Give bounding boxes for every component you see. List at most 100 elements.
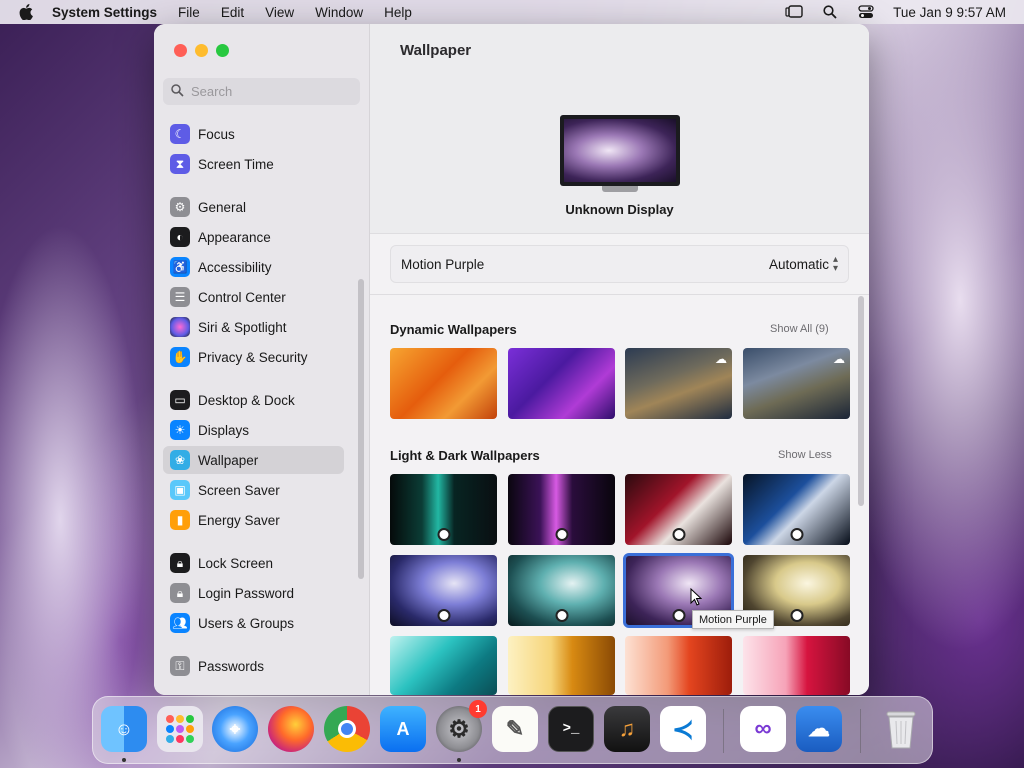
sidebar-item-siri-spotlight[interactable]: Siri & Spotlight	[163, 313, 344, 341]
sidebar-item-appearance[interactable]: ◐ Appearance	[163, 223, 344, 251]
control-center-icon[interactable]	[857, 5, 875, 19]
wallpaper-selector-row: Motion Purple Automatic ▴ ▾	[390, 245, 849, 283]
sidebar-item-label: Wallpaper	[198, 452, 259, 468]
mode-value: Automatic	[768, 256, 829, 272]
menu-bar-clock[interactable]: Tue Jan 9 9:57 AM	[893, 5, 1006, 20]
sidebar-item-accessibility[interactable]: ♿ Accessibility	[163, 253, 344, 281]
show-less-button[interactable]: Show Less	[778, 449, 832, 461]
chrome-icon[interactable]	[324, 706, 370, 752]
sidebar-item-login-password[interactable]: 🔒︎ Login Password	[163, 579, 344, 607]
sidebar-item-energy-saver[interactable]: ▮ Energy Saver	[163, 506, 344, 534]
sidebar-item-label: Privacy & Security	[198, 349, 308, 365]
sidebar-item-wallpaper[interactable]: ❀ Wallpaper	[163, 446, 344, 474]
app-store-icon[interactable]: A	[380, 706, 426, 752]
finder-icon[interactable]: ☺	[101, 706, 147, 752]
sidebar-item-label: Displays	[198, 422, 250, 438]
wallpaper-thumb-orange-shapes[interactable]	[625, 636, 732, 695]
wallpaper-thumb-big-sur-coast[interactable]: ☁	[625, 348, 732, 419]
lock-icon: 🔒︎	[170, 553, 190, 573]
wallpaper-thumb-pink-shapes[interactable]	[743, 636, 850, 695]
wallpaper-thumb-yellow-shapes[interactable]	[508, 636, 615, 695]
sidebar-item-screen-saver[interactable]: ▣ Screen Saver	[163, 476, 344, 504]
section-title-dynamic: Dynamic Wallpapers	[390, 322, 517, 337]
content-scrollbar[interactable]	[858, 296, 864, 506]
sun-icon: ☀	[170, 420, 190, 440]
control-center-icon: ☰	[170, 287, 190, 307]
wallpaper-thumb-blue-flow[interactable]	[390, 555, 497, 626]
garageband-icon[interactable]: ♫	[604, 706, 650, 752]
mouse-cursor-icon	[690, 588, 702, 606]
running-indicator	[457, 758, 461, 762]
vscode-icon[interactable]: ≺	[660, 706, 706, 752]
lock-icon: 🔒︎	[170, 583, 190, 603]
launchpad-icon[interactable]	[157, 706, 203, 752]
sidebar-item-users-groups[interactable]: 👥︎ Users & Groups	[163, 609, 344, 637]
firefox-icon[interactable]	[268, 706, 314, 752]
sidebar-item-label: Siri & Spotlight	[198, 319, 287, 335]
wallpaper-thumb-teal-shapes[interactable]	[390, 636, 497, 695]
sidebar-item-focus[interactable]: ☾ Focus	[163, 120, 344, 148]
close-button[interactable]	[174, 44, 187, 57]
help-menu[interactable]: Help	[384, 5, 412, 20]
appearance-icon: ◐	[170, 227, 190, 247]
sidebar-item-passwords[interactable]: ⚿ Passwords	[163, 652, 344, 680]
minimize-button[interactable]	[195, 44, 208, 57]
edit-menu[interactable]: Edit	[221, 5, 244, 20]
light-dark-badge-icon	[790, 528, 803, 541]
sidebar-item-displays[interactable]: ☀ Displays	[163, 416, 344, 444]
wallpaper-thumb-ventura-orange[interactable]	[390, 348, 497, 419]
hand-icon: ✋	[170, 347, 190, 367]
divider	[370, 294, 869, 295]
screen-saver-icon: ▣	[170, 480, 190, 500]
safari-icon[interactable]: ⌖	[212, 706, 258, 752]
wallpaper-thumb-teal-flow[interactable]	[508, 555, 615, 626]
menu-bar: System Settings File Edit View Window He…	[0, 0, 1024, 24]
light-dark-badge-icon	[437, 609, 450, 622]
window-menu[interactable]: Window	[315, 5, 363, 20]
show-all-button[interactable]: Show All (9)	[770, 323, 829, 335]
wallpaper-thumb-catalina-coast[interactable]: ☁	[743, 348, 850, 419]
terminal-icon[interactable]: >_	[548, 706, 594, 752]
app-name-menu[interactable]: System Settings	[52, 5, 157, 20]
appearance-mode-dropdown[interactable]: Automatic ▴ ▾	[768, 255, 838, 274]
wallpaper-thumb-blue-curves[interactable]	[743, 474, 850, 545]
textedit-icon[interactable]: ✎	[492, 706, 538, 752]
moon-icon: ☾	[170, 124, 190, 144]
display-preview[interactable]	[560, 115, 680, 186]
spotlight-search-icon[interactable]	[821, 5, 839, 19]
sidebar-item-lock-screen[interactable]: 🔒︎ Lock Screen	[163, 549, 344, 577]
sidebar-item-label: Accessibility	[198, 259, 272, 275]
sidebar-item-privacy-security[interactable]: ✋ Privacy & Security	[163, 343, 344, 371]
sidebar-item-label: General	[198, 199, 247, 215]
sidebar-scrollbar[interactable]	[358, 279, 364, 579]
stage-manager-icon[interactable]	[785, 5, 803, 19]
cloud-download-icon: ☁	[715, 352, 727, 366]
sidebar-item-general[interactable]: ⚙ General	[163, 193, 344, 221]
visual-studio-icon[interactable]: ∞	[740, 706, 786, 752]
sidebar-item-label: Appearance	[198, 229, 271, 245]
wallpaper-thumb-red-curves[interactable]	[625, 474, 732, 545]
file-menu[interactable]: File	[178, 5, 200, 20]
weather-icon[interactable]: ☁	[796, 706, 842, 752]
sidebar-item-desktop-dock[interactable]: ▭ Desktop & Dock	[163, 386, 344, 414]
trash-icon[interactable]	[878, 706, 924, 752]
sidebar-item-label: Control Center	[198, 289, 286, 305]
sidebar-item-control-center[interactable]: ☰ Control Center	[163, 283, 344, 311]
system-settings-window: Search ☾ Focus ⧗ Screen Time ⚙ General ◐…	[154, 24, 869, 695]
zoom-button[interactable]	[216, 44, 229, 57]
light-dark-badge-icon	[555, 609, 568, 622]
search-input[interactable]: Search	[163, 78, 360, 105]
view-menu[interactable]: View	[265, 5, 294, 20]
apple-menu-icon[interactable]	[0, 4, 52, 20]
sidebar-item-label: Lock Screen	[198, 555, 274, 571]
search-placeholder: Search	[191, 84, 233, 99]
sidebar-item-screen-time[interactable]: ⧗ Screen Time	[163, 150, 344, 178]
wallpaper-thumb-green-lines[interactable]	[390, 474, 497, 545]
key-icon: ⚿	[170, 656, 190, 676]
light-dark-badge-icon	[790, 609, 803, 622]
wallpaper-thumb-ventura-purple[interactable]	[508, 348, 615, 419]
wallpaper-thumb-purple-lines[interactable]	[508, 474, 615, 545]
light-dark-badge-icon	[555, 528, 568, 541]
main-pane: Wallpaper Unknown Display Motion Purple …	[370, 24, 869, 695]
sidebar-item-label: Screen Time	[198, 156, 274, 172]
